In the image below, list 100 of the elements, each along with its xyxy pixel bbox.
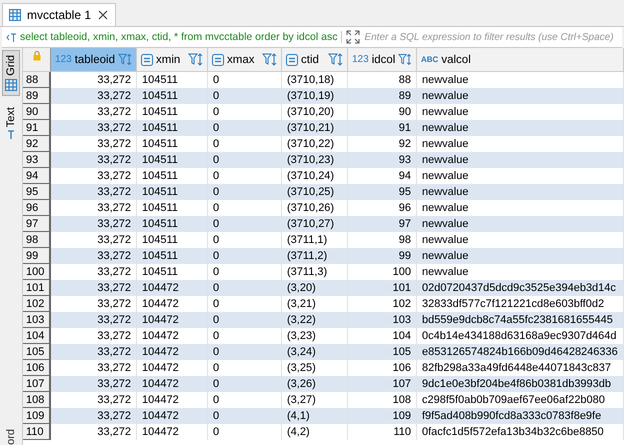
editor-tab[interactable]: mvcctable 1 [2, 3, 116, 26]
row-number[interactable]: 88 [23, 72, 51, 88]
type-label: ABC [421, 55, 438, 64]
filter-sort-icon[interactable] [188, 53, 203, 66]
row-number[interactable]: 110 [23, 424, 51, 440]
row-number[interactable]: 108 [23, 392, 51, 408]
table-cell: 33,272 [51, 376, 137, 392]
row-number[interactable]: 89 [23, 88, 51, 104]
table-cell: (3710,23) [282, 152, 348, 168]
table-cell: 33,272 [51, 408, 137, 424]
row-number[interactable]: 101 [23, 280, 51, 296]
side-label: ord [5, 429, 17, 445]
table-cell: 104472 [137, 280, 208, 296]
expand-icon[interactable] [346, 30, 360, 44]
column-header[interactable]: 123 idcol [348, 48, 417, 72]
table-cell: (4,1) [282, 408, 348, 424]
field-type-icon [141, 54, 153, 66]
table-cell: newvalue [417, 248, 624, 264]
table-cell: 104511 [137, 88, 208, 104]
lock-icon [32, 51, 40, 61]
table-cell: 0 [208, 248, 282, 264]
type-label: 123 [352, 54, 369, 65]
table-cell: 104472 [137, 376, 208, 392]
row-number[interactable]: 93 [23, 152, 51, 168]
table-cell: 104472 [137, 344, 208, 360]
table-cell: (3,24) [282, 344, 348, 360]
table-cell: (3710,27) [282, 216, 348, 232]
table-cell: 0 [208, 408, 282, 424]
table-cell: 89 [348, 88, 417, 104]
sql-icon [6, 32, 17, 42]
table-cell: 104511 [137, 152, 208, 168]
filter-sort-icon[interactable] [118, 53, 132, 66]
table-cell: 104511 [137, 248, 208, 264]
table-cell: 107 [348, 376, 417, 392]
table-cell: 33,272 [51, 120, 137, 136]
grid-icon [5, 78, 17, 91]
filter-sort-icon[interactable] [328, 53, 343, 66]
table-cell: 0 [208, 312, 282, 328]
table-cell: (3,22) [282, 312, 348, 328]
table-cell: newvalue [417, 216, 624, 232]
table-cell: 101 [348, 280, 417, 296]
table-cell: (3710,21) [282, 120, 348, 136]
table-cell: 103 [348, 312, 417, 328]
row-number[interactable]: 102 [23, 296, 51, 312]
side-tab[interactable]: Text [2, 102, 20, 145]
table-cell: 104511 [137, 184, 208, 200]
table-cell: 33,272 [51, 312, 137, 328]
close-icon[interactable] [97, 9, 110, 21]
table-cell: 0 [208, 216, 282, 232]
row-number[interactable]: 98 [23, 232, 51, 248]
row-number[interactable]: 99 [23, 248, 51, 264]
text-icon [6, 130, 16, 140]
row-number[interactable]: 105 [23, 344, 51, 360]
side-tab[interactable]: Grid [2, 50, 20, 96]
table-cell: 33,272 [51, 248, 137, 264]
row-number[interactable]: 90 [23, 104, 51, 120]
row-number[interactable]: 94 [23, 168, 51, 184]
row-number[interactable]: 97 [23, 216, 51, 232]
filter-sort-icon[interactable] [398, 53, 412, 66]
table-cell: 104472 [137, 312, 208, 328]
table-cell: 02d0720437d5dcd9c3525e394eb3d14c [417, 280, 624, 296]
type-label: 123 [55, 54, 72, 65]
table-cell: (3710,19) [282, 88, 348, 104]
row-number[interactable]: 107 [23, 376, 51, 392]
table-cell: newvalue [417, 152, 624, 168]
table-cell: 104511 [137, 216, 208, 232]
row-number[interactable]: 103 [23, 312, 51, 328]
table-cell: 0 [208, 88, 282, 104]
column-header[interactable]: xmin [137, 48, 208, 72]
table-cell: 109 [348, 408, 417, 424]
table-cell: 33,272 [51, 184, 137, 200]
table-cell: newvalue [417, 184, 624, 200]
field-type-icon [286, 54, 298, 66]
table-cell: 104472 [137, 408, 208, 424]
row-number[interactable]: 106 [23, 360, 51, 376]
column-header[interactable]: xmax [208, 48, 282, 72]
row-number[interactable]: 109 [23, 408, 51, 424]
table-cell: e853126574824b166b09d46428246336 [417, 344, 624, 360]
table-cell: 105 [348, 344, 417, 360]
table-cell: (3,26) [282, 376, 348, 392]
column-header[interactable]: 123 tableoid [51, 48, 137, 72]
table-cell: 0 [208, 184, 282, 200]
table-cell: 95 [348, 184, 417, 200]
row-number[interactable]: 104 [23, 328, 51, 344]
column-header[interactable]: ctid [282, 48, 348, 72]
table-cell: 0 [208, 376, 282, 392]
table-cell: 33,272 [51, 216, 137, 232]
row-number[interactable]: 92 [23, 136, 51, 152]
table-cell: (3711,2) [282, 248, 348, 264]
table-cell: 0 [208, 152, 282, 168]
table-cell: (3710,25) [282, 184, 348, 200]
table-cell: 9dc1e0e3bf204be4f86b0381db3993db [417, 376, 624, 392]
tab-title: mvcctable 1 [27, 8, 92, 22]
row-number[interactable]: 95 [23, 184, 51, 200]
row-number[interactable]: 100 [23, 264, 51, 280]
row-number[interactable]: 96 [23, 200, 51, 216]
filter-sort-icon[interactable] [262, 53, 277, 66]
table-cell: 0 [208, 120, 282, 136]
column-header[interactable]: ABC valcol [417, 48, 624, 72]
row-number[interactable]: 91 [23, 120, 51, 136]
